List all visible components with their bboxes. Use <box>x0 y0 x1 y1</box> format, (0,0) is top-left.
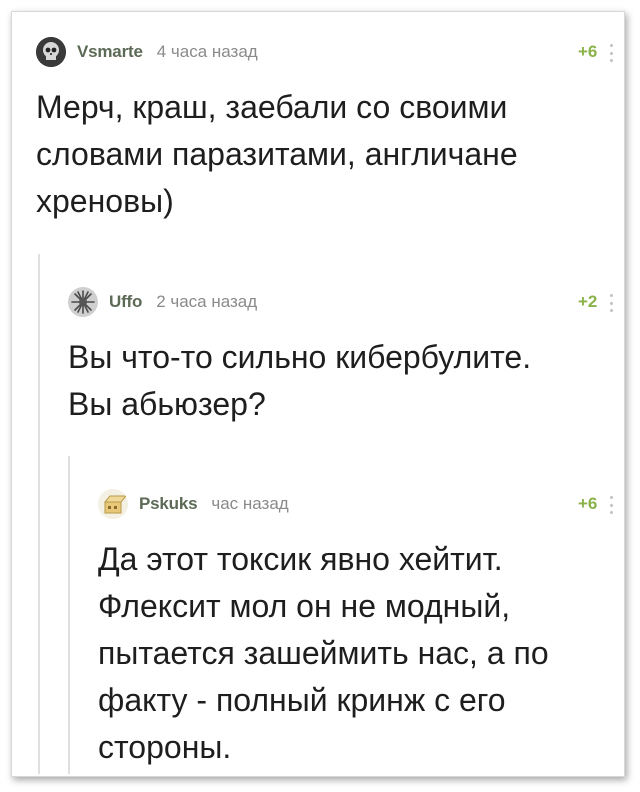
comment: Uffo 2 часа назад +2 Вы что-то сильно ки… <box>68 284 616 428</box>
skull-avatar-icon[interactable] <box>36 37 66 67</box>
more-options-icon[interactable] <box>609 44 613 62</box>
comment-header: Vsmarte 4 часа назад +6 <box>36 34 616 70</box>
comment: Vsmarte 4 часа назад +6 Мерч, краш, заеб… <box>36 34 616 225</box>
comment-rating: +6 <box>578 494 598 513</box>
comment-author[interactable]: Vsmarte <box>77 42 143 62</box>
comment-time[interactable]: 2 часа назад <box>156 292 257 312</box>
more-options-icon[interactable] <box>609 496 613 514</box>
comment: Pskuks час назад +6 Да этот токсик явно … <box>98 486 616 771</box>
comment-rating: +6 <box>578 42 598 61</box>
box-avatar-icon[interactable] <box>98 489 128 519</box>
thread-line-level-1[interactable] <box>38 254 40 774</box>
comment-rating: +2 <box>578 292 598 311</box>
comment-text: Мерч, краш, заебали со своими словами па… <box>36 89 518 219</box>
comment-author[interactable]: Uffo <box>109 292 142 312</box>
thread-line-level-2[interactable] <box>68 456 70 774</box>
comment-time[interactable]: 4 часа назад <box>157 42 258 62</box>
screenshot-frame: Vsmarte 4 часа назад +6 Мерч, краш, заеб… <box>11 11 625 777</box>
comment-text: Вы что-то сильно кибербулите. Вы абьюзер… <box>68 339 532 422</box>
comment-time[interactable]: час назад <box>211 494 288 514</box>
spiky-avatar-icon[interactable] <box>68 287 98 317</box>
comment-header: Pskuks час назад +6 <box>98 486 616 522</box>
comment-author[interactable]: Pskuks <box>139 494 198 514</box>
comment-header: Uffo 2 часа назад +2 <box>68 284 616 320</box>
more-options-icon[interactable] <box>609 294 613 312</box>
comment-text: Да этот токсик явно хейтит. Флексит мол … <box>98 541 549 765</box>
